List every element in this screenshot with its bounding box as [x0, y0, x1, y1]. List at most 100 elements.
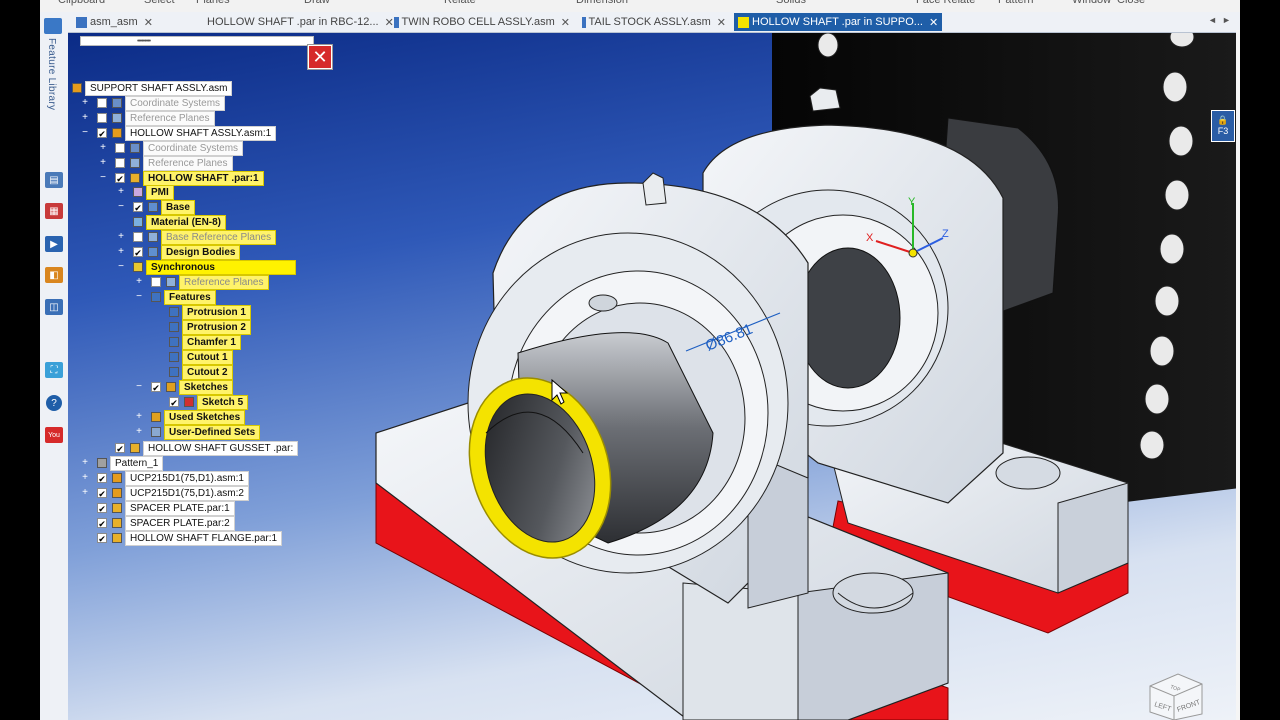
tree-item[interactable]: ✔ SPACER PLATE.par:2 — [81, 515, 235, 531]
selection-icon[interactable]: ◫ — [45, 299, 63, 315]
visibility-checkbox[interactable] — [151, 277, 161, 287]
tree-item[interactable]: + Reference Planes — [81, 110, 215, 126]
expand-icon[interactable]: + — [117, 247, 125, 257]
visibility-checkbox[interactable] — [115, 143, 125, 153]
layers-icon[interactable]: ▤ — [45, 172, 63, 188]
close-tab-icon[interactable]: ✕ — [561, 16, 570, 29]
visibility-checkbox[interactable] — [133, 232, 143, 242]
tree-item[interactable]: Cutout 2 — [153, 364, 233, 380]
visibility-checkbox[interactable]: ✔ — [97, 473, 107, 484]
expand-icon[interactable]: + — [117, 187, 125, 197]
collapse-icon[interactable]: − — [99, 173, 107, 183]
expand-icon[interactable]: + — [81, 98, 89, 108]
tree-item[interactable]: − ✔ Base — [117, 199, 195, 215]
library-icon[interactable]: ⛶ — [45, 362, 63, 378]
visibility-checkbox[interactable]: ✔ — [151, 382, 161, 393]
expand-icon[interactable]: + — [81, 473, 89, 483]
visibility-checkbox[interactable]: ✔ — [133, 247, 143, 258]
feature-library-label[interactable]: Feature Library — [46, 38, 57, 110]
visibility-checkbox[interactable]: ✔ — [97, 503, 107, 514]
tree-item[interactable]: − Synchronous — [117, 259, 296, 275]
expand-icon[interactable]: + — [135, 427, 143, 437]
document-tab[interactable]: HOLLOW SHAFT .par in SUPPO... ✕ — [734, 13, 942, 31]
collapse-icon[interactable]: − — [117, 262, 125, 272]
tree-item[interactable]: − ✔ HOLLOW SHAFT ASSLY.asm:1 — [81, 125, 277, 141]
tree-item[interactable]: Material (EN-8) — [117, 214, 227, 230]
close-tab-icon[interactable]: ✕ — [929, 16, 938, 29]
visibility-checkbox[interactable] — [115, 158, 125, 168]
tree-item[interactable]: ✔ SPACER PLATE.par:1 — [81, 500, 235, 516]
tree-item[interactable]: ✔ Sketch 5 — [153, 394, 249, 410]
pathfinder-grip[interactable]: ••••••••• — [137, 38, 151, 45]
view-cube[interactable]: TOP LEFT FRONT — [1140, 664, 1210, 720]
tab-scroll-left-icon[interactable]: ◄ — [1208, 15, 1217, 25]
part-icon — [112, 533, 122, 543]
tree-item[interactable]: + Pattern_1 — [81, 455, 164, 471]
tree-item[interactable]: + ✔ UCP215D1(75,D1).asm:2 — [81, 485, 249, 501]
tree-item[interactable]: ✔ HOLLOW SHAFT FLANGE.par:1 — [81, 530, 283, 546]
visibility-checkbox[interactable]: ✔ — [115, 173, 125, 184]
close-tab-icon[interactable]: ✕ — [144, 16, 153, 29]
tree-item[interactable]: + Reference Planes — [99, 155, 233, 171]
collapse-icon[interactable]: − — [135, 382, 143, 392]
help-icon[interactable]: ? — [46, 395, 62, 411]
tree-item[interactable]: Protrusion 1 — [153, 304, 251, 320]
color-icon[interactable]: ▦ — [45, 203, 63, 219]
expand-icon[interactable]: + — [135, 277, 143, 287]
tree-item[interactable]: − ✔ HOLLOW SHAFT .par:1 — [99, 170, 264, 186]
visibility-checkbox[interactable]: ✔ — [133, 202, 143, 213]
plane-icon — [112, 113, 122, 123]
expand-icon[interactable]: + — [135, 412, 143, 422]
sensor-icon[interactable]: ◧ — [45, 267, 63, 283]
expand-icon[interactable]: + — [99, 143, 107, 153]
tree-item-label: SPACER PLATE.par:1 — [125, 500, 235, 516]
document-tab[interactable]: TAIL STOCK ASSLY.asm ✕ — [578, 13, 726, 31]
collapse-icon[interactable]: − — [81, 128, 89, 138]
tree-item[interactable]: + User-Defined Sets — [135, 424, 261, 440]
tree-item[interactable]: − ✔ Sketches — [135, 379, 233, 395]
tree-item[interactable]: + ✔ UCP215D1(75,D1).asm:1 — [81, 470, 249, 486]
tree-item[interactable]: SUPPORT SHAFT ASSLY.asm — [72, 80, 233, 96]
media-icon[interactable]: ▶ — [45, 236, 63, 252]
tree-item[interactable]: + PMI — [117, 184, 174, 200]
collapse-icon[interactable]: − — [117, 202, 125, 212]
expand-icon[interactable]: + — [81, 488, 89, 498]
tree-item[interactable]: + Reference Planes — [135, 274, 269, 290]
assembly-icon — [72, 83, 82, 93]
tab-scroll-right-icon[interactable]: ► — [1222, 15, 1231, 25]
tree-item[interactable]: + ✔ Design Bodies — [117, 244, 241, 260]
visibility-checkbox[interactable]: ✔ — [115, 443, 125, 454]
tree-item[interactable]: Protrusion 2 — [153, 319, 251, 335]
feature-library-icon[interactable] — [44, 18, 62, 34]
expand-icon[interactable]: + — [81, 458, 89, 468]
visibility-checkbox[interactable] — [97, 113, 107, 123]
collapse-icon[interactable]: − — [135, 292, 143, 302]
visibility-checkbox[interactable]: ✔ — [169, 397, 179, 408]
document-tab[interactable]: HOLLOW SHAFT .par in RBC-12... ✕ — [200, 13, 394, 31]
visibility-checkbox[interactable]: ✔ — [97, 533, 107, 544]
visibility-checkbox[interactable] — [97, 98, 107, 108]
tree-item[interactable]: + Base Reference Planes — [117, 229, 277, 245]
expand-icon[interactable]: + — [117, 232, 125, 242]
tree-item-label: Protrusion 1 — [182, 304, 251, 320]
expand-icon[interactable]: + — [99, 158, 107, 168]
close-pathfinder-button[interactable]: ✕ — [308, 45, 332, 69]
visibility-checkbox[interactable]: ✔ — [97, 488, 107, 499]
pathfinder-header[interactable] — [80, 36, 314, 46]
expand-icon[interactable]: + — [81, 113, 89, 123]
tree-item[interactable]: Chamfer 1 — [153, 334, 241, 350]
tree-item[interactable]: + Used Sketches — [135, 409, 246, 425]
document-tab[interactable]: asm_asm ✕ — [72, 13, 192, 31]
close-tab-icon[interactable]: ✕ — [717, 16, 726, 29]
tree-item[interactable]: − Features — [135, 289, 216, 305]
youtube-icon[interactable]: You — [45, 427, 63, 443]
tree-item-label: Used Sketches — [164, 409, 246, 425]
tree-item[interactable]: Cutout 1 — [153, 349, 233, 365]
tree-item[interactable]: + Coordinate Systems — [81, 95, 226, 111]
tree-item[interactable]: + Coordinate Systems — [99, 140, 244, 156]
lock-view-button[interactable]: 🔒 F3 — [1211, 110, 1235, 142]
document-tab[interactable]: TWIN ROBO CELL ASSLY.asm ✕ — [390, 13, 570, 31]
visibility-checkbox[interactable]: ✔ — [97, 518, 107, 529]
tree-item[interactable]: ✔ HOLLOW SHAFT GUSSET .par: — [99, 440, 299, 456]
visibility-checkbox[interactable]: ✔ — [97, 128, 107, 139]
